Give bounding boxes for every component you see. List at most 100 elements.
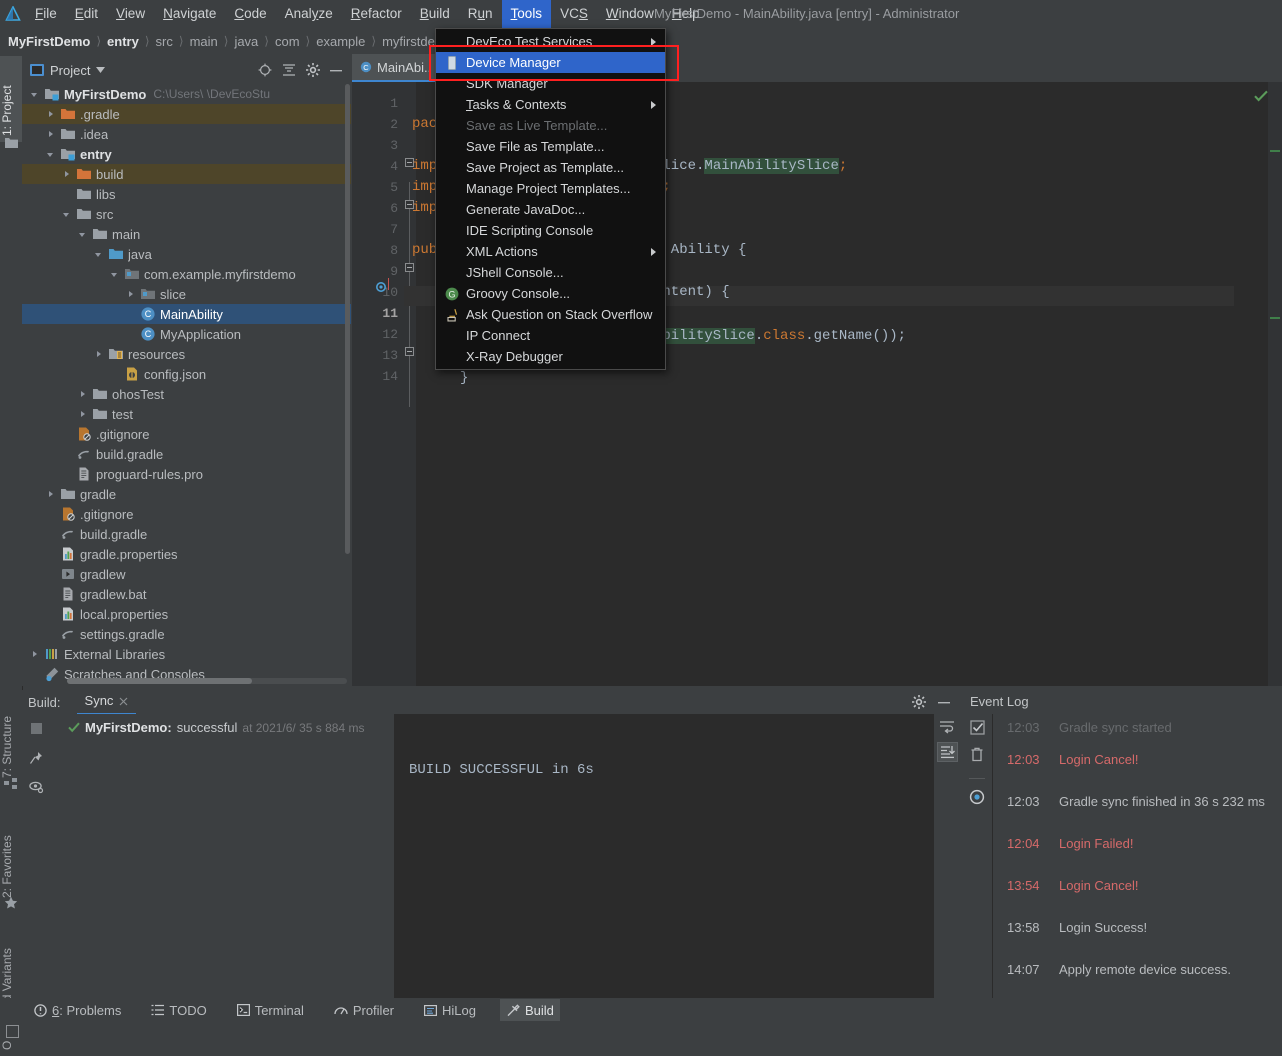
menu-item-xml-actions[interactable]: XML Actions <box>436 241 665 262</box>
menu-item-groovy-console[interactable]: G Groovy Console... <box>436 283 665 304</box>
menu-refactor[interactable]: Refactor <box>342 0 411 28</box>
editor-tab-mainability[interactable]: C MainAbi.. <box>352 54 440 82</box>
settings-gear-icon[interactable] <box>912 695 926 709</box>
breadcrumb-item-project[interactable]: MyFirstDemo <box>8 34 90 49</box>
menu-item-x-ray-debugger[interactable]: X-Ray Debugger <box>436 346 665 367</box>
chevron-right-icon[interactable] <box>62 169 73 180</box>
event-log-list[interactable]: 12:03 Gradle sync started 12:03 Login Cance… <box>993 714 1282 1000</box>
event-log-row[interactable]: 13:54 Login Cancel! <box>993 864 1282 906</box>
event-log-row[interactable]: 14:07 Apply remote device success. <box>993 948 1282 990</box>
menu-vcs[interactable]: VCS <box>551 0 597 28</box>
tree-item-gradle-properties[interactable]: gradle.properties <box>22 544 351 564</box>
menu-code[interactable]: Code <box>225 0 275 28</box>
menu-file[interactable]: FFileile <box>26 0 66 28</box>
menu-item-tasks-contexts[interactable]: Tasks & Contexts <box>436 94 665 115</box>
tree-item-settings-gradle[interactable]: settings.gradle <box>22 624 351 644</box>
status-item-terminal[interactable]: Terminal <box>231 999 310 1021</box>
menu-bar[interactable]: FFileile Edit View Navigate Code Analyze… <box>26 0 709 28</box>
eye-icon[interactable] <box>28 781 44 794</box>
tree-item-mainability[interactable]: C MainAbility <box>22 304 351 324</box>
locate-icon[interactable] <box>258 63 272 77</box>
project-tree[interactable]: MyFirstDemo C:\Users\ \DevEcoStu .gradle .i… <box>22 84 351 686</box>
event-log-row[interactable]: 12:03 Gradle sync finished in 36 s 232 ms <box>993 780 1282 822</box>
sidebar-item-favorites[interactable]: 2: Favorites <box>0 804 22 904</box>
chevron-down-icon[interactable] <box>78 229 89 240</box>
tree-item-entry[interactable]: entry <box>22 144 351 164</box>
trash-icon[interactable] <box>970 747 984 762</box>
tree-item-test[interactable]: test <box>22 404 351 424</box>
status-item-todo[interactable]: TODO <box>145 999 212 1021</box>
tree-item-slice[interactable]: slice <box>22 284 351 304</box>
menu-item-sdk-manager[interactable]: SDK Manager <box>436 73 665 94</box>
menu-item-save-project-as-template[interactable]: Save Project as Template... <box>436 157 665 178</box>
menu-run[interactable]: Run <box>459 0 502 28</box>
status-item-profiler[interactable]: Profiler <box>328 999 400 1021</box>
event-log-row[interactable]: 12:03 Gradle sync started <box>993 716 1282 738</box>
tree-item-libs[interactable]: libs <box>22 184 351 204</box>
build-result-tree[interactable]: MyFirstDemo: successful at 2021/6/ 35 s … <box>50 714 395 998</box>
menu-item-ip-connect[interactable]: IP Connect <box>436 325 665 346</box>
menu-build[interactable]: Build <box>411 0 459 28</box>
tree-item-src[interactable]: src <box>22 204 351 224</box>
tree-item-gradlew-bat[interactable]: gradlew.bat <box>22 584 351 604</box>
chevron-down-icon[interactable] <box>46 149 57 160</box>
breadcrumb-item-java[interactable]: java <box>234 34 258 49</box>
event-log-row[interactable]: 12:03 Login Cancel! <box>993 738 1282 780</box>
tools-dropdown-menu[interactable]: DevEco Test Services Device Manager SDK Ma… <box>435 28 666 370</box>
menu-item-ide-scripting-console[interactable]: IDE Scripting Console <box>436 220 665 241</box>
pin-icon[interactable] <box>29 751 43 765</box>
tree-item-config-json[interactable]: config.json <box>22 364 351 384</box>
tree-item-com-example-myfirstdemo[interactable]: com.example.myfirstdemo <box>22 264 351 284</box>
chevron-right-icon[interactable] <box>46 109 57 120</box>
chevron-right-icon[interactable] <box>78 409 89 420</box>
chevron-right-icon[interactable] <box>30 649 41 660</box>
chevron-down-icon[interactable] <box>96 67 106 73</box>
breadcrumb-item-entry[interactable]: entry <box>107 34 139 49</box>
chevron-down-icon[interactable] <box>30 89 41 100</box>
chevron-right-icon[interactable] <box>46 129 57 140</box>
menu-item-jshell-console[interactable]: JShell Console... <box>436 262 665 283</box>
tree-item-java[interactable]: java <box>22 244 351 264</box>
menu-item-save-file-as-template[interactable]: Save File as Template... <box>436 136 665 157</box>
status-item-build[interactable]: Build <box>499 999 560 1021</box>
status-item-problems[interactable]: 6: Problems <box>28 999 127 1021</box>
tree-item--gitignore[interactable]: .gitignore <box>22 424 351 444</box>
project-panel-title[interactable]: Project <box>30 63 106 78</box>
tree-item-external-libraries[interactable]: External Libraries <box>22 644 351 664</box>
menu-item-ask-question-on-stack-overflow[interactable]: Ask Question on Stack Overflow <box>436 304 665 325</box>
tree-item-resources[interactable]: resources <box>22 344 351 364</box>
sidebar-item-structure[interactable]: 7: Structure <box>0 686 22 784</box>
tree-item-myfirstdemo[interactable]: MyFirstDemo C:\Users\ \DevEcoStu <box>22 84 351 104</box>
tree-item-main[interactable]: main <box>22 224 351 244</box>
project-tree-hscrollbar[interactable] <box>67 678 347 684</box>
soft-wrap-icon[interactable] <box>939 720 955 734</box>
marker-gutter[interactable] <box>1268 82 1282 686</box>
minimize-icon[interactable] <box>938 701 950 704</box>
event-log-row[interactable]: 12:04 Login Failed! <box>993 822 1282 864</box>
menu-window[interactable]: Window <box>597 0 663 28</box>
mark-read-icon[interactable] <box>969 720 985 735</box>
breadcrumb-item-com[interactable]: com <box>275 34 300 49</box>
tree-item-gradle[interactable]: gradle <box>22 484 351 504</box>
project-tree-scrollbar[interactable] <box>344 84 351 686</box>
tree-item-build-gradle[interactable]: build.gradle <box>22 524 351 544</box>
chevron-down-icon[interactable] <box>110 269 121 280</box>
breadcrumb-item-main[interactable]: main <box>190 34 218 49</box>
status-item-hilog[interactable]: HiLog <box>418 999 482 1021</box>
stop-icon[interactable] <box>30 722 43 735</box>
chevron-right-icon[interactable] <box>94 349 105 360</box>
event-log-row[interactable]: 13:58 Login Success! <box>993 906 1282 948</box>
settings-gear-icon[interactable] <box>306 63 320 77</box>
build-result-row[interactable]: MyFirstDemo: successful at 2021/6/ 35 s … <box>50 714 394 735</box>
menu-navigate[interactable]: Navigate <box>154 0 225 28</box>
breadcrumb-item-example[interactable]: example <box>316 34 365 49</box>
tree-item-build[interactable]: build <box>22 164 351 184</box>
minimize-icon[interactable] <box>330 69 342 72</box>
close-icon[interactable] <box>119 697 128 706</box>
settings-dot-icon[interactable] <box>969 778 985 805</box>
chevron-right-icon[interactable] <box>78 389 89 400</box>
menu-edit[interactable]: Edit <box>66 0 107 28</box>
menu-tools[interactable]: Tools <box>501 0 552 28</box>
tree-item--gradle[interactable]: .gradle <box>22 104 351 124</box>
menu-analyze[interactable]: Analyze <box>276 0 342 28</box>
